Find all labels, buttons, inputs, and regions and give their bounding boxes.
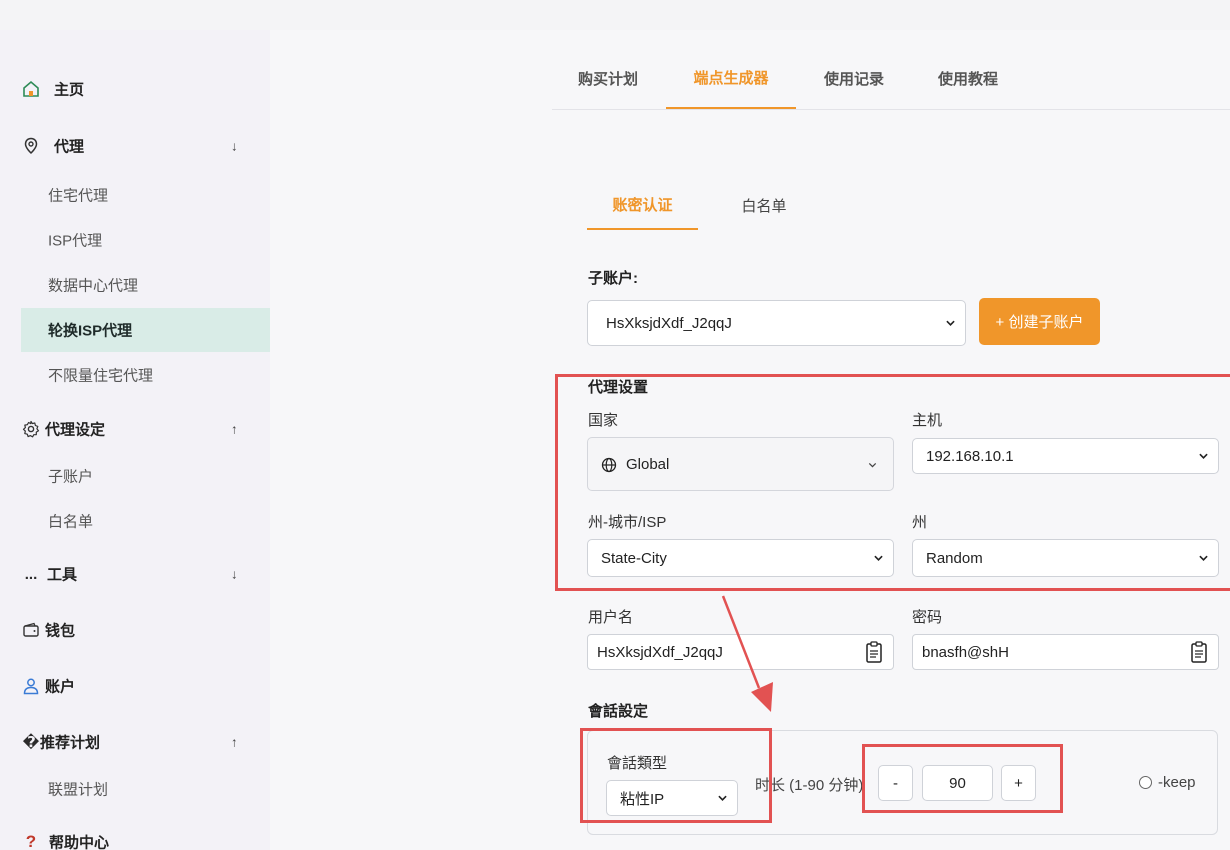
nav-home-label: 主页 [54, 81, 85, 99]
nav-home[interactable]: 主页 [0, 67, 270, 111]
sidebar-item-label: 轮换ISP代理 [48, 322, 133, 340]
sidebar-item-label: 住宅代理 [48, 187, 109, 205]
arrow-up-icon: ↑ [231, 421, 238, 437]
sidebar: 主页 代理 ↓ 住宅代理 ISP代理 数据中心代理 轮换ISP代理 不限量住宅代… [0, 30, 270, 850]
sidebar-item-label: ISP代理 [48, 232, 103, 250]
top-bar [0, 0, 1230, 30]
top-tabs: 购买计划 端点生成器 使用记录 使用教程 [552, 48, 1230, 110]
nav-help-label: 帮助中心 [49, 834, 110, 850]
tab-endpoint-generator[interactable]: 端点生成器 [666, 48, 796, 109]
sidebar-item-subaccount[interactable]: 子账户 [21, 454, 270, 498]
annotation-arrow [721, 595, 773, 712]
password-field[interactable]: bnasfh@shH [912, 634, 1219, 670]
chevron-down-icon [946, 320, 955, 326]
sidebar-item-rotating-isp[interactable]: 轮换ISP代理 [21, 308, 270, 352]
arrow-up-icon: ↑ [231, 734, 238, 750]
nav-proxy-settings[interactable]: 代理设定 ↑ [0, 407, 270, 451]
highlight-box-duration [862, 744, 1063, 813]
tab-whitelist[interactable]: 白名单 [720, 180, 808, 230]
help-icon: ? [25, 832, 37, 850]
nav-proxy-label: 代理 [54, 138, 85, 156]
arrow-down-icon: ↓ [231, 138, 238, 154]
home-icon [22, 80, 40, 98]
nav-proxy-settings-label: 代理设定 [45, 421, 106, 439]
location-pin-icon [22, 137, 40, 155]
nav-referral-label: 推荐计划 [40, 734, 101, 752]
highlight-box-proxy-settings [555, 374, 1230, 591]
ellipsis-icon: ... [24, 565, 38, 583]
user-icon [22, 677, 40, 695]
sidebar-item-isp[interactable]: ISP代理 [21, 218, 270, 262]
session-title: 會話設定 [588, 703, 649, 720]
subaccount-label: 子账户: [588, 270, 638, 287]
gear-icon [22, 420, 40, 438]
tab-tutorial[interactable]: 使用教程 [924, 48, 1012, 109]
nav-account[interactable]: 账户 [0, 664, 270, 708]
sidebar-item-label: 数据中心代理 [48, 277, 139, 295]
nav-proxy[interactable]: 代理 ↓ [0, 124, 270, 168]
nav-wallet-label: 钱包 [45, 622, 76, 640]
nav-tools[interactable]: ... 工具 ↓ [0, 552, 270, 596]
tab-password-auth[interactable]: 账密认证 [587, 180, 698, 230]
arrow-down-icon: ↓ [231, 566, 238, 582]
wallet-icon [22, 621, 40, 639]
tab-purchase-plan[interactable]: 购买计划 [564, 48, 652, 109]
tab-usage-records[interactable]: 使用记录 [810, 48, 898, 109]
sidebar-item-whitelist[interactable]: 白名单 [21, 499, 270, 543]
clipboard-icon[interactable] [865, 641, 883, 663]
sidebar-item-datacenter[interactable]: 数据中心代理 [21, 263, 270, 307]
username-value: HsXksjdXdf_J2qqJ [597, 643, 723, 661]
keep-label: -keep [1158, 774, 1196, 791]
sidebar-item-label: 不限量住宅代理 [48, 367, 154, 385]
nav-referral[interactable]: � 推荐计划 ↑ [0, 720, 270, 764]
sidebar-item-label: 联盟计划 [48, 781, 109, 799]
highlight-box-session-type [580, 728, 772, 823]
subaccount-value: HsXksjdXdf_J2qqJ [606, 314, 732, 332]
password-label: 密码 [912, 609, 943, 626]
referral-icon: � [22, 734, 40, 751]
sidebar-item-affiliate[interactable]: 联盟计划 [21, 767, 270, 811]
sidebar-item-residential[interactable]: 住宅代理 [21, 173, 270, 217]
nav-tools-label: 工具 [47, 566, 78, 584]
nav-account-label: 账户 [45, 678, 76, 696]
sidebar-item-label: 子账户 [48, 468, 94, 486]
auth-tabs: 账密认证 白名单 [587, 180, 1230, 230]
create-subaccount-button[interactable]: + 创建子账户 [979, 298, 1100, 345]
username-label: 用户名 [588, 609, 634, 626]
keep-radio[interactable] [1139, 776, 1152, 789]
sidebar-item-label: 白名单 [48, 513, 94, 531]
nav-help[interactable]: ? 帮助中心 [0, 820, 270, 850]
password-value: bnasfh@shH [922, 643, 1009, 661]
clipboard-icon[interactable] [1190, 641, 1208, 663]
subaccount-select[interactable]: HsXksjdXdf_J2qqJ [587, 300, 966, 346]
nav-wallet[interactable]: 钱包 [0, 608, 270, 652]
sidebar-item-unlimited-residential[interactable]: 不限量住宅代理 [21, 353, 270, 397]
